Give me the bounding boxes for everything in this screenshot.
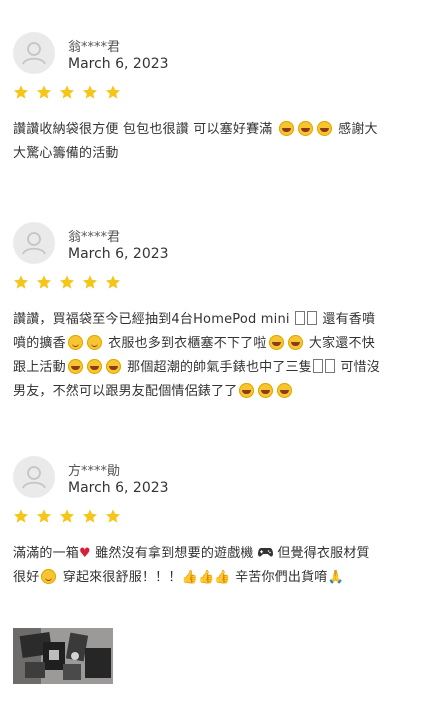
review-text-part: 噴的擴香	[13, 336, 66, 351]
review-text-part: 很好	[13, 570, 40, 585]
star-icon	[36, 508, 52, 524]
review-text-part: 感謝大	[338, 122, 378, 137]
star-icon	[105, 84, 121, 100]
user-avatar-icon	[13, 456, 55, 498]
star-icon	[82, 508, 98, 524]
review-text-part: 還有香噴	[322, 312, 376, 327]
smile-emoji-icon	[86, 335, 102, 350]
missing-glyph-icon	[307, 311, 318, 325]
laughing-emoji-icon	[278, 121, 294, 136]
review-text-part: 滿滿的一箱	[13, 546, 80, 561]
star-icon	[36, 274, 52, 290]
review-text: 讚讚收納袋很方便 包包也很讚 可以塞好賽滿 感謝大 大驚心籌備的活動	[13, 118, 413, 166]
star-icon	[82, 274, 98, 290]
review-text-part: 但覺得衣服材質	[277, 546, 370, 561]
review-text-part: 大家還不快	[308, 336, 375, 351]
review-text-part: 辛苦你們出貨唷	[235, 570, 328, 585]
review-text: 讚讚，買福袋至今已經抽到4台HomePod mini 還有香噴 噴的擴香 衣服也…	[13, 308, 413, 404]
star-icon	[105, 508, 121, 524]
review-text-part: 讚讚，買福袋至今已經抽到4台HomePod mini	[13, 312, 290, 327]
review-text-part: 大驚心籌備的活動	[13, 146, 119, 161]
laughing-emoji-icon	[67, 359, 83, 374]
review-card: 翁****君 March 6, 2023 讚讚，買福袋至今已經抽到4台HomeP…	[13, 222, 418, 402]
review-card: 翁****君 March 6, 2023 讚讚收納袋很方便 包包也很讚 可以塞好…	[13, 32, 418, 172]
pray-icon: 🙏	[327, 570, 344, 585]
smile-emoji-icon	[41, 569, 57, 584]
laughing-emoji-icon	[316, 121, 332, 136]
review-text-part: 那個超潮的帥氣手錶也中了三隻	[127, 360, 312, 375]
star-rating	[13, 84, 123, 102]
gamepad-icon	[254, 546, 278, 561]
review-text-part: 衣服也多到衣櫃塞不下了啦	[108, 336, 267, 351]
star-icon	[59, 508, 75, 524]
review-text-part: 讚讚收納袋很方便 包包也很讚 可以塞好賽滿	[13, 122, 273, 137]
laughing-emoji-icon	[297, 121, 313, 136]
star-icon	[105, 274, 121, 290]
review-text: 滿滿的一箱♥ 雖然沒有拿到想要的遊戲機 但覺得衣服材質 很好 穿起來很舒服！！！…	[13, 542, 413, 590]
review-card: 方****勛 March 6, 2023 滿滿的一箱♥ 雖然沒有拿到想要的遊戲機…	[13, 456, 418, 596]
review-date: March 6, 2023	[68, 56, 169, 72]
star-icon	[13, 84, 29, 100]
missing-glyph-icon	[312, 359, 323, 373]
review-text-part: 男友，不然可以跟男友配個情侶錶了了	[13, 384, 238, 399]
star-icon	[82, 84, 98, 100]
laughing-emoji-icon	[287, 335, 303, 350]
laughing-emoji-icon	[86, 359, 102, 374]
user-avatar-icon	[13, 222, 55, 264]
review-date: March 6, 2023	[68, 246, 169, 262]
laughing-emoji-icon	[268, 335, 284, 350]
star-rating	[13, 274, 123, 292]
missing-glyph-icon	[295, 311, 306, 325]
review-text-part: 穿起來很舒服！！！	[62, 570, 182, 585]
user-avatar-icon	[13, 32, 55, 74]
star-icon	[13, 508, 29, 524]
smile-emoji-icon	[67, 335, 83, 350]
laughing-emoji-icon	[239, 383, 255, 398]
star-icon	[59, 274, 75, 290]
reviewer-name: 翁****君	[68, 230, 121, 245]
heart-icon: ♥	[79, 546, 91, 561]
star-icon	[59, 84, 75, 100]
thumbs-up-icon: 👍	[214, 570, 231, 585]
thumbs-up-icon: 👍	[197, 570, 215, 585]
laughing-emoji-icon	[277, 383, 293, 398]
reviewer-name: 翁****君	[68, 40, 121, 55]
laughing-emoji-icon	[258, 383, 274, 398]
reviewer-name: 方****勛	[68, 464, 121, 479]
review-text-part: 跟上活動	[13, 360, 66, 375]
missing-glyph-icon	[324, 359, 335, 373]
review-text-part: 雖然沒有拿到想要的遊戲機	[95, 546, 254, 561]
star-icon	[36, 84, 52, 100]
star-rating	[13, 508, 123, 526]
star-icon	[13, 274, 29, 290]
review-photo-thumbnail[interactable]	[13, 628, 113, 684]
thumbs-up-icon: 👍	[181, 570, 198, 585]
review-text-part: 可惜沒	[340, 360, 380, 375]
laughing-emoji-icon	[105, 359, 121, 374]
review-date: March 6, 2023	[68, 480, 169, 496]
